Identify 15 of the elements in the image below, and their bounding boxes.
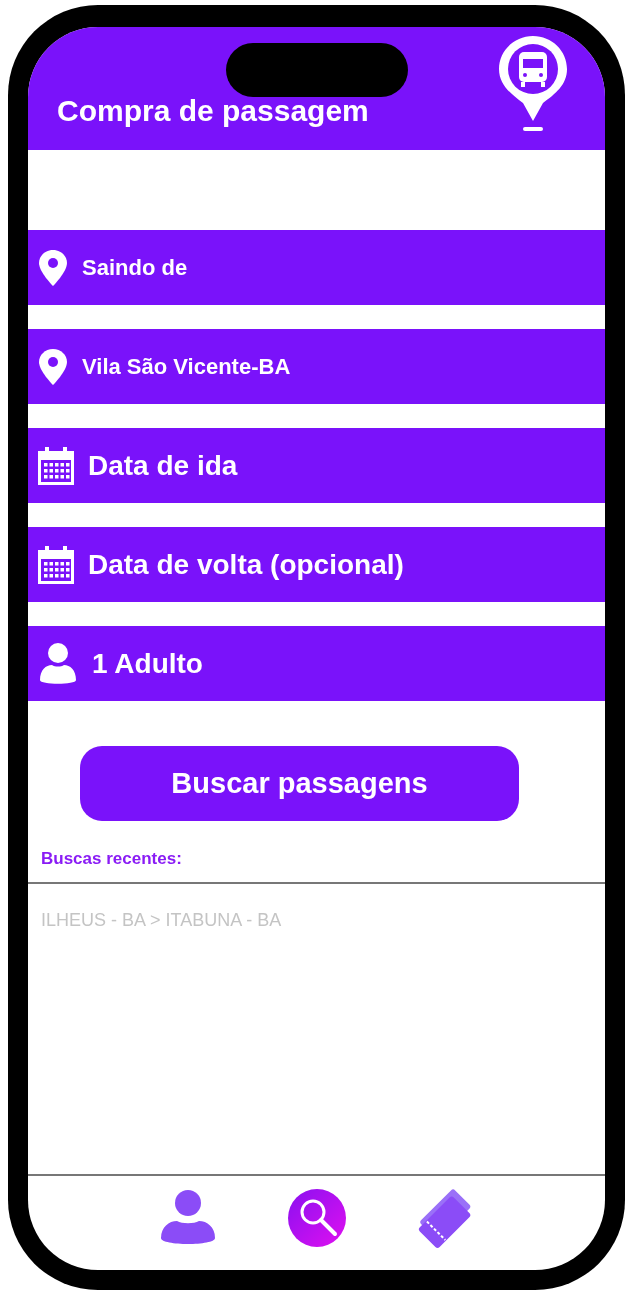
search-button[interactable]: Buscar passagens (80, 746, 519, 821)
calendar-icon (38, 446, 74, 485)
input-field[interactable]: Data de ida (28, 428, 605, 503)
input-field[interactable]: Vila São Vicente-BA (28, 329, 605, 404)
calendar-icon (38, 545, 74, 584)
bus-stop-pin-icon (497, 34, 569, 132)
location-pin-icon (38, 348, 68, 385)
input-field[interactable]: 1 Adulto (28, 626, 605, 701)
page-title: Compra de passagem (57, 94, 369, 128)
recent-searches-title: Buscas recentes: (41, 849, 183, 869)
person-icon (38, 641, 78, 686)
search-icon[interactable] (286, 1188, 347, 1248)
input-field[interactable]: Data de volta (opcional) (28, 527, 605, 602)
location-pin-icon (38, 249, 68, 286)
input-field[interactable]: Saindo de (28, 230, 605, 305)
